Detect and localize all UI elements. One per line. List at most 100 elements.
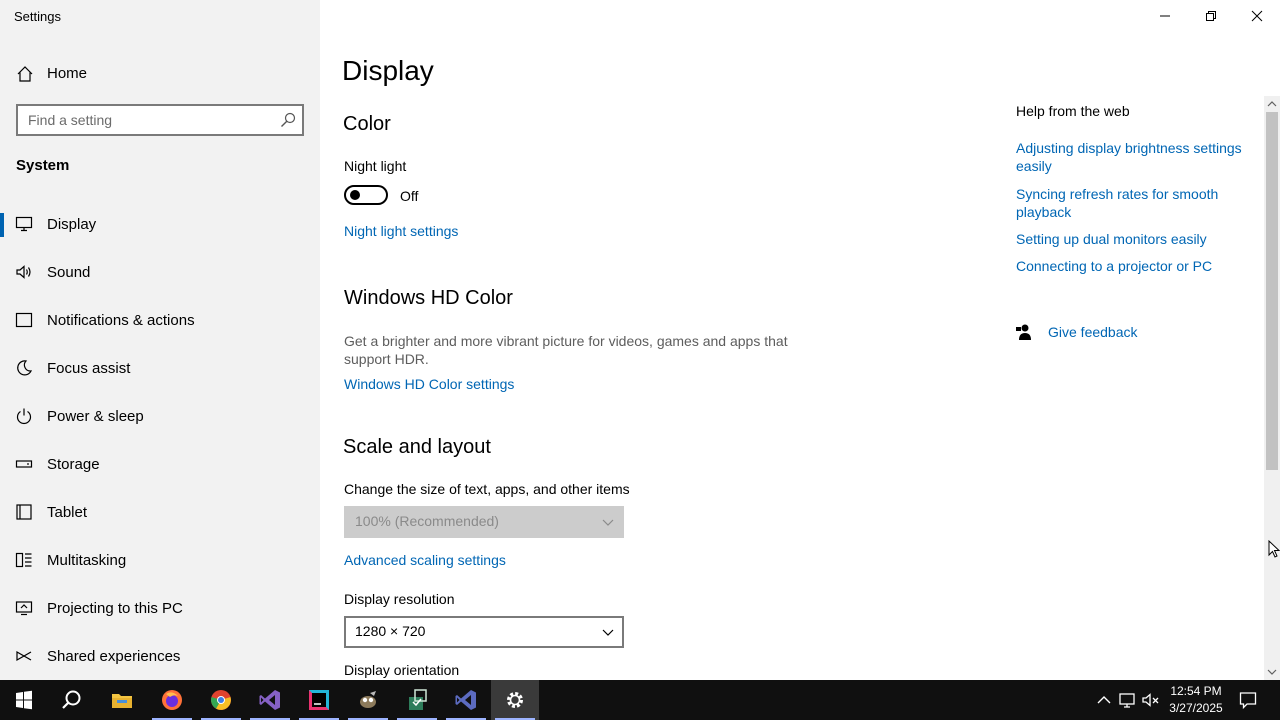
nav-home-label: Home [47, 65, 88, 82]
multitasking-icon [15, 552, 32, 568]
sidebar-item-power-sleep[interactable]: Power & sleep [0, 393, 320, 441]
power-icon [16, 408, 32, 425]
settings-gear-icon [507, 692, 523, 708]
app-installer-icon [409, 689, 427, 710]
scroll-up-arrow-icon[interactable] [1264, 96, 1280, 112]
restore-icon [1206, 11, 1216, 21]
help-link-brightness[interactable]: Adjusting display brightness settings ea… [1016, 139, 1256, 175]
chevron-down-icon [602, 629, 614, 636]
sidebar-item-sound[interactable]: Sound [0, 249, 320, 297]
hd-color-settings-link[interactable]: Windows HD Color settings [344, 376, 514, 392]
taskbar-search-button[interactable] [48, 680, 96, 720]
sidebar-item-notifications[interactable]: Notifications & actions [0, 297, 320, 345]
sidebar-item-projecting[interactable]: Projecting to this PC [0, 585, 320, 633]
mouse-cursor-icon [1268, 540, 1280, 558]
search-icon [62, 690, 81, 709]
scrollbar[interactable] [1264, 96, 1280, 680]
moon-icon [17, 360, 33, 376]
taskbar-clock[interactable]: 12:54 PM 3/27/2025 [1166, 683, 1226, 717]
app-title: Settings [14, 9, 61, 24]
sidebar-item-storage[interactable]: Storage [0, 441, 320, 489]
taskbar-jetbrains[interactable] [295, 680, 343, 720]
taskbar-app-installer[interactable] [393, 680, 441, 720]
visual-studio-preview-icon [455, 690, 476, 710]
advanced-scaling-link[interactable]: Advanced scaling settings [344, 552, 506, 568]
sidebar-item-label: Tablet [47, 504, 88, 521]
scroll-down-arrow-icon[interactable] [1264, 664, 1280, 680]
night-light-settings-link[interactable]: Night light settings [344, 223, 458, 239]
notifications-icon [15, 312, 33, 328]
sidebar-item-shared-experiences[interactable]: Shared experiences [0, 633, 320, 681]
resolution-dropdown-value: 1280 × 720 [355, 623, 426, 639]
sidebar-item-multitasking[interactable]: Multitasking [0, 537, 320, 585]
chevron-up-icon[interactable] [1094, 690, 1114, 710]
search-box[interactable] [16, 104, 304, 136]
sidebar: Settings Home System Display [0, 0, 320, 680]
home-icon [17, 66, 33, 82]
close-button[interactable] [1234, 0, 1280, 32]
visual-studio-icon [259, 690, 280, 710]
section-label-system: System [16, 157, 70, 174]
taskbar-visual-studio[interactable] [246, 680, 294, 720]
sidebar-item-label: Power & sleep [47, 408, 144, 425]
scale-dropdown: 100% (Recommended) [344, 506, 624, 538]
color-heading: Color [343, 113, 391, 135]
page-title: Display [342, 55, 434, 86]
close-icon [1251, 10, 1263, 22]
restore-button[interactable] [1188, 0, 1234, 32]
taskbar-settings[interactable] [491, 680, 539, 720]
sidebar-item-label: Storage [47, 456, 100, 473]
start-icon [16, 690, 32, 710]
hd-color-heading: Windows HD Color [344, 287, 513, 309]
shared-icon [16, 650, 32, 662]
network-icon[interactable] [1117, 690, 1137, 710]
help-link-refresh-rates[interactable]: Syncing refresh rates for smooth playbac… [1016, 185, 1256, 221]
orientation-label: Display orientation [344, 662, 460, 678]
monitor-icon [15, 216, 33, 232]
minimize-button[interactable] [1142, 0, 1188, 32]
sidebar-item-focus-assist[interactable]: Focus assist [0, 345, 320, 393]
help-heading: Help from the web [1016, 103, 1130, 119]
jetbrains-icon [309, 690, 329, 710]
sidebar-item-label: Focus assist [47, 360, 131, 377]
resolution-dropdown[interactable]: 1280 × 720 [344, 616, 624, 648]
sidebar-item-tablet[interactable]: Tablet [0, 489, 320, 537]
give-feedback-link[interactable]: Give feedback [1048, 324, 1138, 340]
sidebar-item-label: Multitasking [47, 552, 127, 569]
clock-time: 12:54 PM [1170, 684, 1222, 698]
chevron-down-icon [602, 519, 614, 526]
search-input[interactable] [18, 106, 268, 134]
sidebar-item-label: Notifications & actions [47, 312, 195, 329]
night-light-state: Off [400, 188, 419, 204]
taskbar-file-explorer[interactable] [98, 680, 146, 720]
nav-home[interactable]: Home [0, 60, 320, 88]
chromium-icon [211, 690, 231, 710]
minimize-icon [1160, 15, 1170, 17]
sidebar-item-display[interactable]: Display [0, 201, 320, 249]
action-center-icon[interactable] [1238, 690, 1258, 710]
taskbar-firefox[interactable] [148, 680, 196, 720]
night-light-toggle[interactable] [344, 185, 388, 205]
volume-muted-icon[interactable] [1141, 690, 1161, 710]
help-link-dual-monitors[interactable]: Setting up dual monitors easily [1016, 230, 1256, 248]
scrollbar-thumb[interactable] [1266, 112, 1278, 470]
night-light-label: Night light [344, 158, 407, 174]
scale-layout-heading: Scale and layout [343, 436, 491, 458]
taskbar-visual-studio-preview[interactable] [442, 680, 490, 720]
search-icon[interactable] [280, 112, 296, 128]
projecting-icon [15, 601, 33, 616]
sidebar-item-label: Projecting to this PC [47, 600, 183, 617]
size-label: Change the size of text, apps, and other… [344, 481, 630, 497]
sidebar-item-label: Display [47, 216, 97, 233]
help-link-projector[interactable]: Connecting to a projector or PC [1016, 257, 1256, 275]
clock-date: 3/27/2025 [1169, 701, 1223, 715]
taskbar-gimp[interactable] [344, 680, 392, 720]
sidebar-item-label: Shared experiences [47, 648, 181, 665]
settings-window: Settings Home System Display [0, 0, 1280, 680]
start-button[interactable] [0, 680, 48, 720]
toggle-knob [350, 190, 360, 200]
file-explorer-icon [112, 694, 132, 708]
taskbar-chromium[interactable] [197, 680, 245, 720]
feedback-icon [1016, 324, 1031, 340]
tablet-icon [16, 504, 32, 520]
